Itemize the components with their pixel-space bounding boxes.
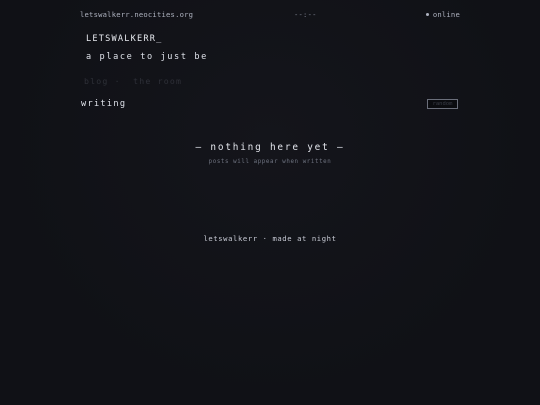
- online-dot-icon: [425, 13, 429, 16]
- footer-text: letswalkerr · made at night: [203, 234, 337, 243]
- empty-state-title: — nothing here yet —: [195, 142, 345, 153]
- site-url[interactable]: letswalkerr.neocities.org: [80, 10, 193, 19]
- random-button[interactable]: random: [427, 99, 458, 109]
- clock: --:--: [294, 10, 317, 19]
- site-title[interactable]: LETSWALKERR_: [86, 34, 163, 44]
- status-label: online: [432, 10, 460, 19]
- page: letswalkerr.neocities.org --:-- online L…: [0, 0, 540, 405]
- nav-separator: ·: [114, 76, 121, 86]
- section-title: writing: [81, 99, 127, 109]
- empty-state-subtitle: posts will appear when written: [208, 159, 332, 165]
- nav-item-blog[interactable]: blog: [84, 76, 109, 86]
- nav-menu: blog · the room: [84, 76, 182, 86]
- nav-item-the-room[interactable]: the room: [133, 76, 182, 86]
- status-indicator: online: [425, 10, 460, 19]
- top-bar: letswalkerr.neocities.org --:-- online: [80, 10, 460, 22]
- site-tagline: a place to just be: [86, 52, 208, 62]
